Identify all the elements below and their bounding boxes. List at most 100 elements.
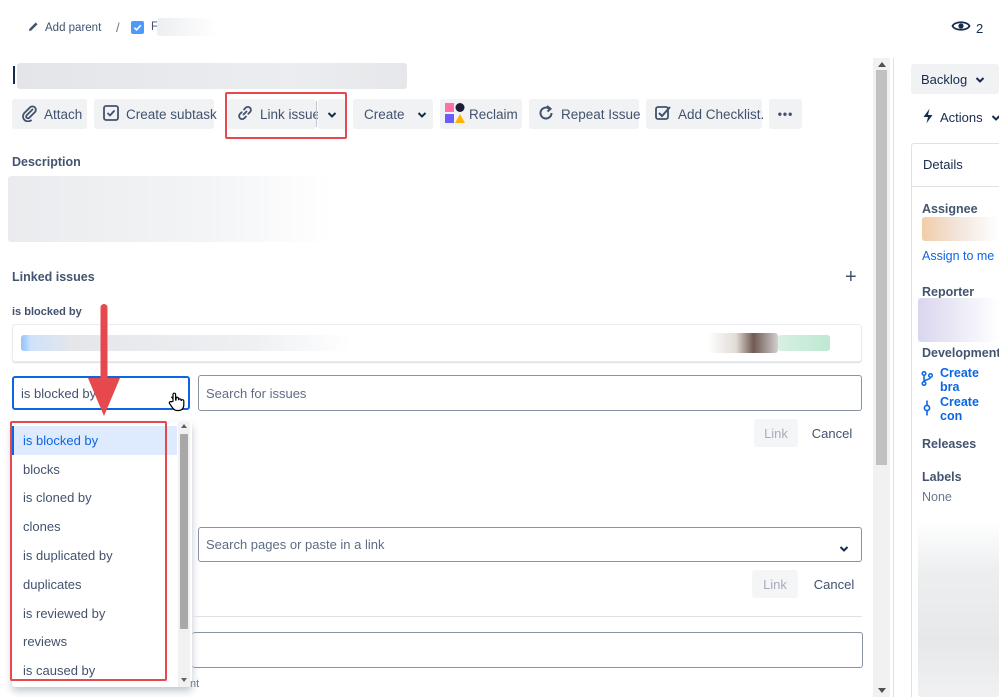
chevron-down-icon [991,110,999,125]
issue-key-redacted [157,18,217,36]
link-type-dropdown: is blocked by blocks is cloned by clones is … [12,422,192,687]
add-checklist-label: Add Checklist. [678,106,765,122]
linked-issue-status-redacted [778,335,830,351]
chevron-down-icon[interactable] [839,541,849,556]
scroll-down-arrow-icon[interactable] [878,688,886,693]
web-link-submit-button[interactable]: Link [752,570,798,598]
linked-issue-assignee-avatar [708,333,778,353]
more-actions-button[interactable]: ••• [769,99,802,129]
issue-type-checkbox-icon [131,21,144,34]
create-subtask-button[interactable]: Create subtask [94,99,217,129]
issue-title-redacted[interactable] [17,63,407,89]
attach-button[interactable]: Attach [12,99,87,129]
assignee-label: Assignee [922,202,978,216]
sidebar-field-redacted [918,520,999,697]
main-scrollbar-thumb[interactable] [876,70,887,465]
dropdown-option[interactable]: duplicates [12,570,177,599]
pencil-icon [28,21,39,35]
link-issue-cancel-button[interactable]: Cancel [806,419,858,447]
chevron-down-icon [327,107,337,122]
chevron-down-icon [975,72,985,87]
linked-issue-summary-redacted [21,335,351,351]
mouse-hand-cursor-icon [168,392,186,417]
assignee-redacted[interactable] [922,217,999,241]
create-branch-link[interactable]: Create bra [921,366,999,394]
reclaim-button[interactable]: Reclaim [440,99,522,129]
web-link-cancel-button[interactable]: Cancel [806,570,862,598]
reclaim-label: Reclaim [469,106,518,122]
actions-button[interactable]: Actions [922,108,999,127]
more-dots-icon: ••• [777,107,794,121]
create-label: Create [364,106,405,122]
dropdown-scrollbar[interactable] [178,422,190,687]
scrollbar-thumb[interactable] [180,434,188,629]
subtask-icon [102,104,120,125]
create-commit-label: Create con [940,395,979,423]
eye-icon [951,18,971,39]
link-issue-button[interactable]: Link issue [228,99,320,129]
link-group-label: is blocked by [12,306,82,318]
scroll-up-arrow-icon[interactable] [181,424,187,428]
dropdown-option[interactable]: is caused by [12,656,177,685]
scroll-up-arrow-icon[interactable] [878,62,886,67]
watch-button[interactable]: 2 [951,18,983,39]
add-checklist-button[interactable]: Add Checklist. [646,99,765,129]
description-content-redacted[interactable] [8,176,335,242]
link-split-divider [316,101,317,127]
details-header-divider [912,186,999,187]
title-cursor [13,66,15,84]
branch-icon [921,370,934,389]
status-dropdown-button[interactable]: Backlog [911,64,999,94]
create-commit-link[interactable]: Create con [921,395,999,423]
details-heading[interactable]: Details [923,157,963,172]
scroll-down-arrow-icon[interactable] [181,678,187,682]
create-button[interactable]: Create [353,99,433,129]
search-issues-placeholder: Search for issues [206,385,307,401]
create-branch-label: Create bra [940,366,979,394]
create-subtask-label: Create subtask [126,106,217,122]
add-parent-link[interactable]: Add parent [45,22,101,34]
dropdown-option[interactable]: is blocked by [12,426,177,455]
dropdown-option[interactable]: reviews [12,628,177,657]
link-icon [236,104,254,125]
comment-hint-text: nt [190,678,200,690]
lightning-icon [922,108,934,127]
assign-to-me-link[interactable]: Assign to me [922,249,994,263]
web-link-placeholder: Search pages or paste in a link [206,537,385,552]
chevron-down-icon [417,107,427,122]
releases-label: Releases [922,437,977,451]
development-label: Development [922,346,999,360]
dropdown-option[interactable]: blocks [12,455,177,484]
annotation-arrow [88,304,120,416]
reclaim-logo-icon [444,102,466,127]
comment-input[interactable] [192,632,863,668]
panel-divider [893,58,894,697]
dropdown-option[interactable]: clones [12,512,177,541]
breadcrumb-separator: / [116,20,120,35]
breadcrumb: Add parent [28,20,101,36]
main-scrollbar[interactable] [873,58,890,697]
linked-issues-heading: Linked issues [12,270,95,284]
repeat-issue-button[interactable]: Repeat Issue [529,99,641,129]
labels-value[interactable]: None [922,490,952,504]
status-label: Backlog [921,71,968,87]
dropdown-options: is blocked by blocks is cloned by clones is … [12,426,177,685]
section-divider [192,616,862,617]
labels-label: Labels [922,470,962,484]
description-heading: Description [12,155,81,169]
linked-issue-row[interactable] [12,324,862,362]
link-issue-dropdown-button[interactable] [318,99,345,129]
dropdown-option[interactable]: is reviewed by [12,599,177,628]
dropdown-option[interactable]: is duplicated by [12,541,177,570]
search-issues-input[interactable]: Search for issues [198,375,862,411]
reporter-label: Reporter [922,285,975,299]
link-issue-label: Link issue [260,106,321,122]
web-link-search-input[interactable]: Search pages or paste in a link [198,527,862,562]
link-issue-submit-button[interactable]: Link [754,419,798,447]
attach-label: Attach [44,106,83,122]
repeat-icon [537,104,555,125]
dropdown-option[interactable]: is cloned by [12,484,177,513]
commit-icon [921,400,933,419]
repeat-issue-label: Repeat Issue [561,106,641,122]
add-linked-issue-button[interactable]: + [845,266,857,289]
